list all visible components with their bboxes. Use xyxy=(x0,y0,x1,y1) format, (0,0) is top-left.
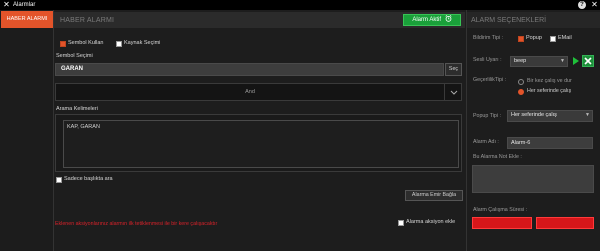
warning-text: Eklenen aksiyonlarınız alarmın ilk tetik… xyxy=(55,221,218,227)
gecerlilik-radio-every[interactable] xyxy=(518,89,524,95)
alarm-adi-label: Alarm Adı : xyxy=(473,139,499,145)
keywords-textarea[interactable]: KAP, GARAN xyxy=(63,120,459,168)
alarma-aksiyon-ekle-checkbox[interactable] xyxy=(398,220,404,226)
calisma-suresi-end-button[interactable] xyxy=(536,217,594,229)
gecerlilik-option-every: Her seferinde çalış xyxy=(527,88,572,94)
not-ekle-label: Bu Alarma Not Ekle : xyxy=(473,154,522,160)
sidebar xyxy=(0,10,53,251)
alarm-adi-value: Alarm-6 xyxy=(511,140,531,146)
and-label: And xyxy=(245,89,255,95)
chevron-down-icon: ▼ xyxy=(585,112,590,118)
popup-tipi-select[interactable]: Her seferinde çalış ▼ xyxy=(507,110,593,122)
keywords-value: KAP, GARAN xyxy=(67,124,100,130)
popup-tipi-label: Popup Tipi : xyxy=(473,113,501,119)
alarma-aksiyon-ekle-label: Alarma aksiyon ekle xyxy=(406,219,456,225)
gecerlilik-tipi-label: GeçerlilikTipi : xyxy=(473,77,507,83)
excel-button[interactable] xyxy=(582,55,594,67)
email-checkbox[interactable] xyxy=(550,36,556,42)
chevron-down-icon: ▼ xyxy=(560,58,565,64)
sesli-uyari-label: Sesli Uyarı : xyxy=(473,57,502,63)
right-panel-title: ALARM SEÇENEKLERİ xyxy=(471,17,547,24)
sadece-baslikta-checkbox[interactable] xyxy=(56,177,62,183)
alarm-clock-icon xyxy=(445,15,452,22)
sec-button[interactable]: Seç xyxy=(445,63,462,76)
tab-haber-alarmi[interactable]: HABER ALARMI xyxy=(1,11,53,28)
bildirim-tipi-label: Bildirim Tipi : xyxy=(473,35,504,41)
page-title: HABER ALARMI xyxy=(60,17,115,24)
sembol-kullan-label: Sembol Kullan xyxy=(68,40,104,46)
sembol-value: GARAN xyxy=(61,66,83,72)
popup-label: Popup xyxy=(526,35,542,41)
play-icon xyxy=(573,57,579,65)
gecerlilik-radio-once[interactable] xyxy=(518,79,524,85)
sadece-baslikta-label: Sadece başlıkta ara xyxy=(64,176,113,182)
chevron-down-icon xyxy=(450,90,458,95)
title-bar: ✕ Alarmlar ? ✕ xyxy=(0,0,600,10)
alarm-adi-input[interactable]: Alarm-6 xyxy=(507,137,593,149)
calisma-suresi-start-button[interactable] xyxy=(472,217,532,229)
alarma-emir-bagla-button[interactable]: Alarma Emir Bağla xyxy=(405,190,463,201)
and-or-select[interactable]: And xyxy=(55,83,462,101)
sembol-kullan-checkbox[interactable] xyxy=(60,41,66,47)
popup-tipi-value: Her seferinde çalış xyxy=(511,112,557,118)
arama-kelimeleri-label: Arama Kelimeleri xyxy=(56,106,98,112)
sesli-uyari-select[interactable]: beep ▼ xyxy=(510,56,568,67)
close-icon[interactable]: ✕ xyxy=(2,0,11,10)
not-ekle-textarea[interactable] xyxy=(472,165,594,193)
alarm-aktif-button[interactable]: Alarm Aktif xyxy=(403,14,461,26)
kaynak-secimi-label: Kaynak Seçimi xyxy=(124,40,161,46)
help-icon[interactable]: ? xyxy=(578,1,586,9)
sembol-secimi-label: Sembol Seçimi xyxy=(56,53,93,59)
gecerlilik-option-once: Bir kez çalış ve dur xyxy=(527,78,572,84)
alarm-options-panel xyxy=(466,10,600,251)
close-window-icon[interactable]: ✕ xyxy=(590,0,599,10)
window-title: Alarmlar xyxy=(13,2,36,8)
excel-icon xyxy=(584,57,592,65)
alarm-aktif-label: Alarm Aktif xyxy=(412,17,441,23)
email-label: EMail xyxy=(558,35,572,41)
play-sound-button[interactable] xyxy=(571,55,581,67)
sembol-input[interactable]: GARAN xyxy=(55,63,444,76)
kaynak-secimi-checkbox[interactable] xyxy=(116,41,122,47)
calisma-suresi-label: Alarm Çalışma Süresi : xyxy=(473,207,528,213)
keywords-box: KAP, GARAN xyxy=(55,114,462,172)
popup-checkbox[interactable] xyxy=(518,36,524,42)
sesli-uyari-value: beep xyxy=(514,58,527,64)
select-divider xyxy=(444,84,445,100)
